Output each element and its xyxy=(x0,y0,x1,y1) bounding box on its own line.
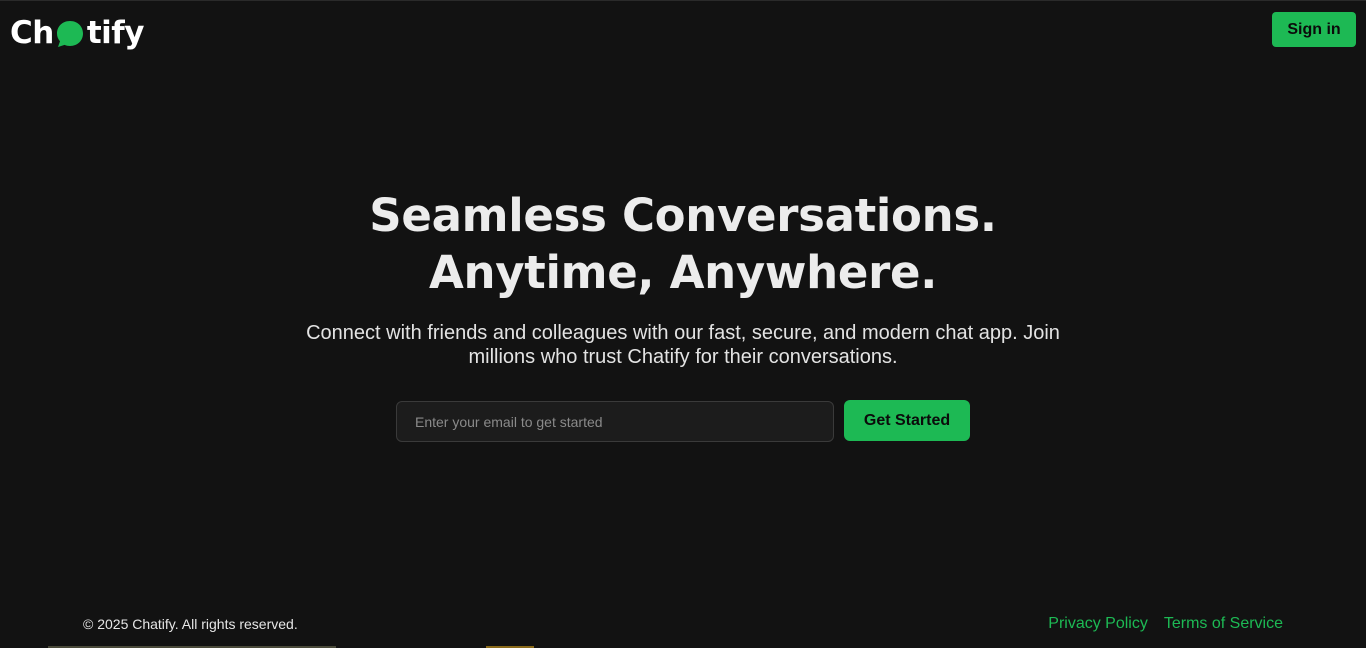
email-input[interactable] xyxy=(396,401,834,442)
logo-text-suffix: tify xyxy=(86,15,145,51)
get-started-button[interactable]: Get Started xyxy=(844,400,970,441)
terms-of-service-link[interactable]: Terms of Service xyxy=(1164,615,1283,633)
privacy-policy-link[interactable]: Privacy Policy xyxy=(1048,615,1148,633)
landing-page: Ch tify Sign in Seamless Conversations. … xyxy=(0,0,1366,648)
copyright-text: © 2025 Chatify. All rights reserved. xyxy=(83,616,298,632)
chat-bubble-icon xyxy=(55,19,85,49)
hero-title-line-1: Seamless Conversations. xyxy=(369,189,997,242)
hero-title-line-2: Anytime, Anywhere. xyxy=(428,246,938,299)
chatify-logo[interactable]: Ch tify xyxy=(10,13,144,53)
footer-links: Privacy Policy Terms of Service xyxy=(1048,615,1283,633)
hero-subtitle: Connect with friends and colleagues with… xyxy=(306,322,1060,368)
logo-text-prefix: Ch xyxy=(10,15,54,51)
hero-title: Seamless Conversations. Anytime, Anywher… xyxy=(0,187,1366,301)
sign-in-button[interactable]: Sign in xyxy=(1272,12,1356,47)
